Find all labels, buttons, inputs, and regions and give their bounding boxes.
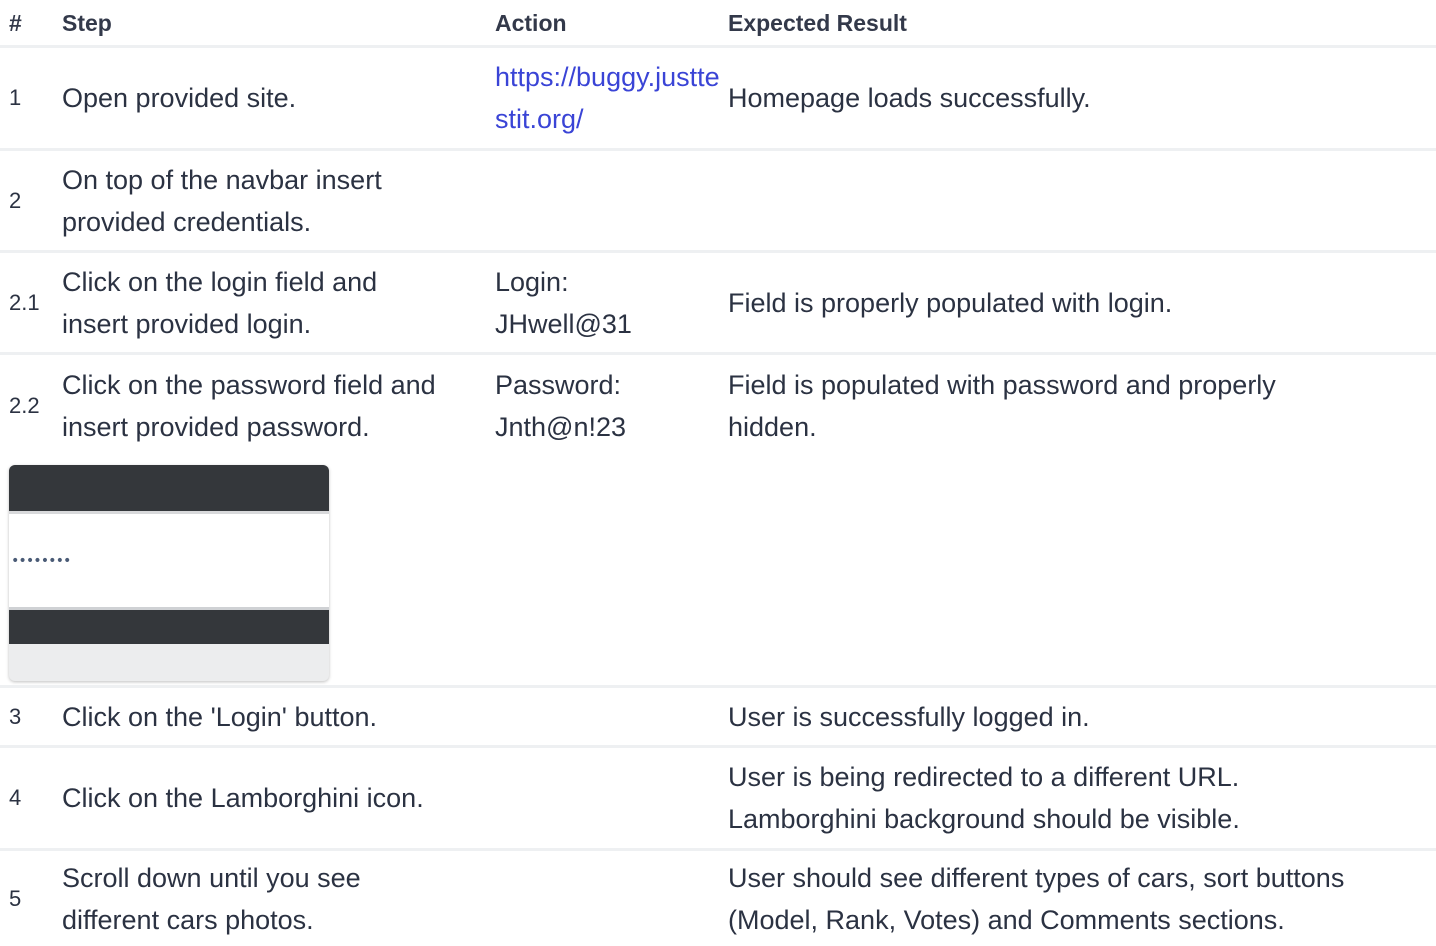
row-step: Open provided site. [62, 83, 297, 113]
navbar-strip-bottom [9, 610, 329, 644]
table-row: 4 Click on the Lamborghini icon. User is… [0, 748, 1436, 851]
row-step: Click on the 'Login' button. [62, 701, 378, 732]
row-num: 2.1 [9, 289, 40, 315]
row-expected: Homepage loads successfully. [728, 83, 1091, 113]
table-row: 3 Click on the 'Login' button. User is s… [0, 688, 1436, 748]
row-expected: User is successfully logged in. [728, 701, 1090, 732]
row-step: Click on the password field and insert p… [62, 370, 436, 442]
row-expected: User should see different types of cars,… [728, 862, 1345, 935]
row-step: On top of the navbar insert provided cre… [62, 164, 382, 237]
row-num: 4 [9, 785, 22, 810]
row-action: Login: JHwell@31 [495, 266, 632, 339]
row-action: Password: Jnth@n!23 [495, 370, 626, 442]
masked-password: •••••••• [11, 553, 71, 569]
table-header-row: # Step Action Expected Result [0, 0, 1436, 48]
row-num: 2 [9, 187, 22, 213]
row-num: 2.2 [9, 393, 40, 418]
row-expected: Field is properly populated with login. [728, 287, 1173, 318]
password-input-preview: •••••••• [9, 514, 329, 610]
navbar-strip-top [9, 465, 329, 514]
row-expected: User is being redirected to a different … [728, 762, 1240, 834]
site-link[interactable]: https://buggy.justtestit.org/ [495, 62, 720, 134]
row-step: Click on the login field and insert prov… [62, 266, 378, 339]
row-num: 1 [9, 85, 22, 110]
test-case-table: # Step Action Expected Result 1 Open pro… [0, 0, 1436, 946]
row-num: 5 [9, 885, 22, 911]
table-row: 2.1 Click on the login field and insert … [0, 253, 1436, 355]
header-step: Step [62, 9, 112, 36]
header-action: Action [495, 9, 567, 36]
row-expected: Field is populated with password and pro… [728, 370, 1276, 442]
header-num: # [9, 9, 22, 36]
password-field-screenshot: •••••••• [9, 465, 329, 681]
row-num: 3 [9, 703, 22, 729]
table-row: 5 Scroll down until you see different ca… [0, 851, 1436, 946]
row-step: Click on the Lamborghini icon. [62, 783, 424, 813]
header-expected: Expected Result [728, 9, 907, 36]
row-step: Scroll down until you see different cars… [62, 862, 361, 935]
table-row: 2 On top of the navbar insert provided c… [0, 151, 1436, 253]
table-row: 1 Open provided site. https://buggy.just… [0, 48, 1436, 151]
row-action: https://buggy.justtestit.org/ [495, 56, 728, 140]
